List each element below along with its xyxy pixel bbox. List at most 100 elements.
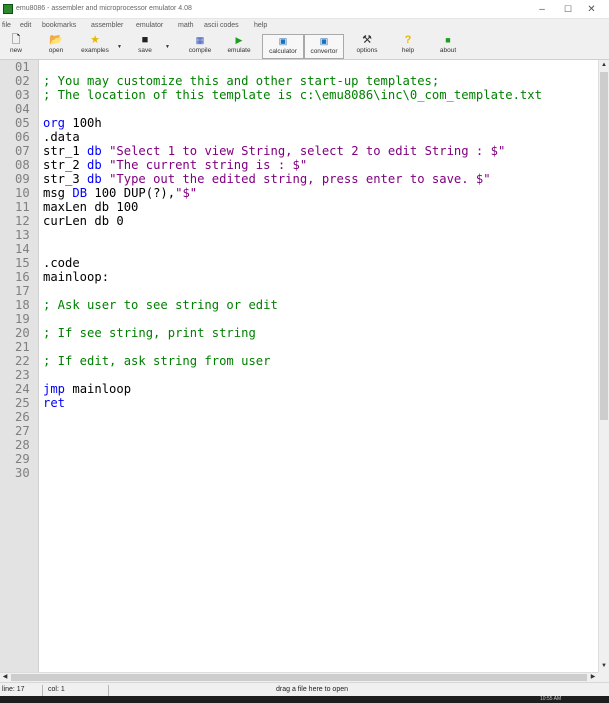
menu-math[interactable]: math	[178, 22, 194, 29]
calculator-button[interactable]: ▣ calculator	[262, 34, 304, 59]
about-button-label: about	[439, 47, 457, 54]
help-button-label: help	[401, 47, 415, 54]
line-number: 04	[15, 102, 30, 116]
menu-edit[interactable]: edit	[20, 22, 31, 29]
menu-help[interactable]: help	[254, 22, 267, 29]
line-number: 02	[15, 74, 30, 88]
code-token: jmp	[43, 382, 66, 396]
line-number: 19	[15, 312, 30, 326]
line-number: 27	[15, 424, 30, 438]
menu-ascii-codes[interactable]: ascii codes	[204, 22, 239, 29]
scroll-right-arrow-icon[interactable]: ▶	[588, 673, 598, 682]
menu-emulator[interactable]: emulator	[136, 22, 163, 29]
new-document-icon: 🗋	[11, 34, 21, 46]
scroll-down-arrow-icon[interactable]: ▼	[599, 661, 609, 672]
toolbar: 🗋 new 📂 open ★ examples ▼ ■ save ▼ ▦ com…	[0, 33, 609, 60]
compile-button[interactable]: ▦ compile	[182, 34, 218, 59]
examples-button-label: examples	[81, 47, 109, 54]
code-token: "$"	[175, 186, 198, 200]
close-button[interactable]: ✕	[574, 0, 609, 19]
code-line[interactable]: curLen db 0	[43, 214, 124, 228]
title-bar: emu8086 - assembler and microprocessor e…	[0, 0, 609, 19]
emulate-button-label: emulate	[227, 47, 251, 54]
code-token: ; If edit, ask string from user	[43, 354, 271, 368]
calculator-button-label: calculator	[269, 48, 297, 55]
status-col: col: 1	[46, 685, 109, 696]
play-icon: ▶	[235, 35, 243, 45]
code-token: mainloop	[65, 382, 132, 396]
horizontal-scrollbar[interactable]: ◀ ▶	[0, 672, 598, 682]
code-line[interactable]: str_1 db "Select 1 to view String, selec…	[43, 144, 505, 158]
calculator-icon: ▣	[278, 36, 288, 46]
tools-icon: ⚒	[362, 34, 372, 46]
menu-assembler[interactable]: assembler	[91, 22, 123, 29]
compile-icon: ▦	[195, 35, 205, 45]
code-token: curLen db 0	[43, 214, 124, 228]
options-button[interactable]: ⚒ options	[349, 34, 385, 59]
open-button-label: open	[48, 47, 64, 54]
line-number: 06	[15, 130, 30, 144]
line-number: 16	[15, 270, 30, 284]
line-number: 09	[15, 172, 30, 186]
line-number-gutter: 01 02 03 04 05 06 07 08 09 10 11 12 13 14 15 16 17 18 19 20…	[0, 60, 39, 672]
code-token: "Type out the edited string, press enter…	[109, 172, 491, 186]
code-line[interactable]: ; Ask user to see string or edit	[43, 298, 278, 312]
code-line[interactable]: org 100h	[43, 116, 102, 130]
code-token: str_2	[43, 158, 88, 172]
code-line[interactable]: ; If see string, print string	[43, 326, 256, 340]
code-line[interactable]: msg DB 100 DUP(?),"$"	[43, 186, 197, 200]
help-button[interactable]: ? help	[394, 34, 422, 59]
save-button[interactable]: ■ save	[130, 34, 160, 59]
line-number: 18	[15, 298, 30, 312]
scroll-up-arrow-icon[interactable]: ▲	[599, 60, 609, 71]
code-line[interactable]: mainloop:	[43, 270, 109, 284]
emulate-button[interactable]: ▶ emulate	[221, 34, 257, 59]
code-line[interactable]: ret	[43, 396, 65, 410]
code-line[interactable]: ; You may customize this and other start…	[43, 74, 439, 88]
line-number: 24	[15, 382, 30, 396]
code-token: db	[87, 172, 102, 186]
horizontal-scroll-thumb[interactable]	[11, 674, 587, 681]
convertor-icon: ▣	[319, 36, 329, 46]
line-number: 29	[15, 452, 30, 466]
open-button[interactable]: 📂 open	[42, 34, 70, 59]
line-number: 28	[15, 438, 30, 452]
open-folder-icon: 📂	[49, 34, 63, 46]
line-number: 30	[15, 466, 30, 480]
code-line[interactable]: str_3 db "Type out the edited string, pr…	[43, 172, 491, 186]
emu8086-app-icon	[3, 4, 13, 14]
line-number: 10	[15, 186, 30, 200]
vertical-scroll-thumb[interactable]	[600, 72, 608, 420]
code-line[interactable]: maxLen db 100	[43, 200, 138, 214]
code-line[interactable]: jmp mainloop	[43, 382, 131, 396]
code-token: DB	[72, 186, 88, 200]
options-button-label: options	[356, 47, 378, 54]
save-dropdown-arrow[interactable]: ▼	[165, 44, 170, 50]
menu-file[interactable]: file	[2, 22, 11, 29]
code-line[interactable]: .code	[43, 256, 80, 270]
code-token: ; The location of this template is c:\em…	[43, 88, 542, 102]
code-token: ; Ask user to see string or edit	[43, 298, 278, 312]
menu-bookmarks[interactable]: bookmarks	[42, 22, 76, 29]
convertor-button[interactable]: ▣ convertor	[304, 34, 344, 59]
convertor-button-label: convertor	[310, 48, 338, 55]
line-number: 15	[15, 256, 30, 270]
line-number: 07	[15, 144, 30, 158]
new-button[interactable]: 🗋 new	[2, 34, 30, 59]
examples-button[interactable]: ★ examples	[73, 34, 117, 59]
about-button[interactable]: ■ about	[433, 34, 463, 59]
examples-dropdown-arrow[interactable]: ▼	[117, 44, 122, 50]
taskbar-strip: 10:55 AM	[0, 696, 609, 703]
code-line[interactable]: str_2 db "The current string is : $"	[43, 158, 307, 172]
line-number: 05	[15, 116, 30, 130]
code-line[interactable]: .data	[43, 130, 80, 144]
code-line[interactable]: ; If edit, ask string from user	[43, 354, 270, 368]
code-line[interactable]: ; The location of this template is c:\em…	[43, 88, 542, 102]
code-token: .code	[43, 256, 80, 270]
help-icon: ?	[404, 34, 412, 46]
code-editor[interactable]: 01 02 03 04 05 06 07 08 09 10 11 12 13 14 15 16 17 18 19 20…	[0, 60, 598, 672]
scroll-left-arrow-icon[interactable]: ◀	[0, 673, 10, 682]
vertical-scrollbar[interactable]: ▲ ▼	[598, 60, 609, 672]
